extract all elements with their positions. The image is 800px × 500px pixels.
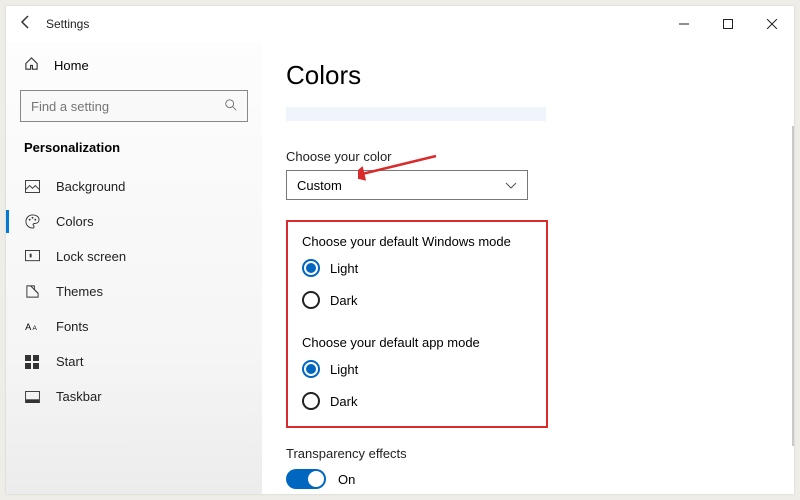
radio-label: Light — [330, 362, 358, 377]
palette-icon — [24, 214, 40, 229]
close-button[interactable] — [750, 9, 794, 39]
home-link[interactable]: Home — [6, 50, 262, 80]
window-title: Settings — [46, 17, 89, 31]
minimize-button[interactable] — [662, 9, 706, 39]
sidebar-item-label: Taskbar — [56, 389, 102, 404]
sidebar-item-label: Fonts — [56, 319, 89, 334]
windows-mode-light-radio[interactable]: Light — [302, 259, 532, 277]
themes-icon — [24, 284, 40, 299]
chevron-down-icon — [505, 178, 517, 193]
window-controls — [662, 9, 794, 39]
back-button[interactable] — [6, 15, 46, 34]
home-icon — [24, 56, 40, 74]
radio-icon — [302, 291, 320, 309]
sidebar-item-fonts[interactable]: AA Fonts — [6, 309, 262, 344]
app-mode-dark-radio[interactable]: Dark — [302, 392, 532, 410]
taskbar-icon — [24, 391, 40, 403]
maximize-button[interactable] — [706, 9, 750, 39]
highlighted-region: Choose your default Windows mode Light D… — [286, 220, 548, 428]
color-mode-dropdown[interactable]: Custom — [286, 170, 528, 200]
settings-window: Settings Home Personalization — [6, 6, 794, 494]
sidebar-item-label: Themes — [56, 284, 103, 299]
arrow-left-icon — [19, 15, 33, 29]
page-title: Colors — [286, 60, 770, 91]
fonts-icon: AA — [24, 320, 40, 333]
transparency-group: Transparency effects On — [286, 446, 770, 489]
nav-list: Background Colors Lock screen Themes AA … — [6, 169, 262, 414]
sidebar-item-background[interactable]: Background — [6, 169, 262, 204]
sidebar-item-themes[interactable]: Themes — [6, 274, 262, 309]
category-heading: Personalization — [6, 136, 262, 169]
sidebar-item-label: Lock screen — [56, 249, 126, 264]
app-mode-label: Choose your default app mode — [302, 335, 532, 350]
radio-icon — [302, 392, 320, 410]
sidebar: Home Personalization Background Colors — [6, 42, 262, 494]
lock-screen-icon — [24, 250, 40, 263]
preview-strip — [286, 107, 546, 121]
search-input[interactable] — [20, 90, 248, 122]
titlebar: Settings — [6, 6, 794, 42]
windows-mode-dark-radio[interactable]: Dark — [302, 291, 532, 309]
window-body: Home Personalization Background Colors — [6, 42, 794, 494]
radio-label: Dark — [330, 293, 357, 308]
sidebar-item-lockscreen[interactable]: Lock screen — [6, 239, 262, 274]
sidebar-item-label: Background — [56, 179, 125, 194]
sidebar-item-label: Colors — [56, 214, 94, 229]
sidebar-item-start[interactable]: Start — [6, 344, 262, 379]
windows-mode-label: Choose your default Windows mode — [302, 234, 532, 249]
transparency-toggle[interactable] — [286, 469, 326, 489]
start-icon — [24, 355, 40, 369]
radio-icon — [302, 259, 320, 277]
sidebar-item-taskbar[interactable]: Taskbar — [6, 379, 262, 414]
radio-label: Dark — [330, 394, 357, 409]
home-label: Home — [54, 58, 89, 73]
dropdown-value: Custom — [297, 178, 342, 193]
svg-text:A: A — [25, 322, 32, 332]
radio-icon — [302, 360, 320, 378]
search-container — [20, 90, 248, 122]
choose-color-label: Choose your color — [286, 149, 770, 164]
sidebar-item-colors[interactable]: Colors — [6, 204, 262, 239]
minimize-icon — [679, 19, 689, 29]
transparency-state: On — [338, 472, 355, 487]
maximize-icon — [723, 19, 733, 29]
sidebar-item-label: Start — [56, 354, 83, 369]
scrollbar[interactable] — [792, 126, 794, 446]
app-mode-light-radio[interactable]: Light — [302, 360, 532, 378]
picture-icon — [24, 180, 40, 193]
svg-text:A: A — [32, 325, 37, 332]
close-icon — [767, 19, 777, 29]
radio-label: Light — [330, 261, 358, 276]
content-area: Colors Choose your color Custom Choose y… — [262, 42, 794, 494]
transparency-label: Transparency effects — [286, 446, 770, 461]
